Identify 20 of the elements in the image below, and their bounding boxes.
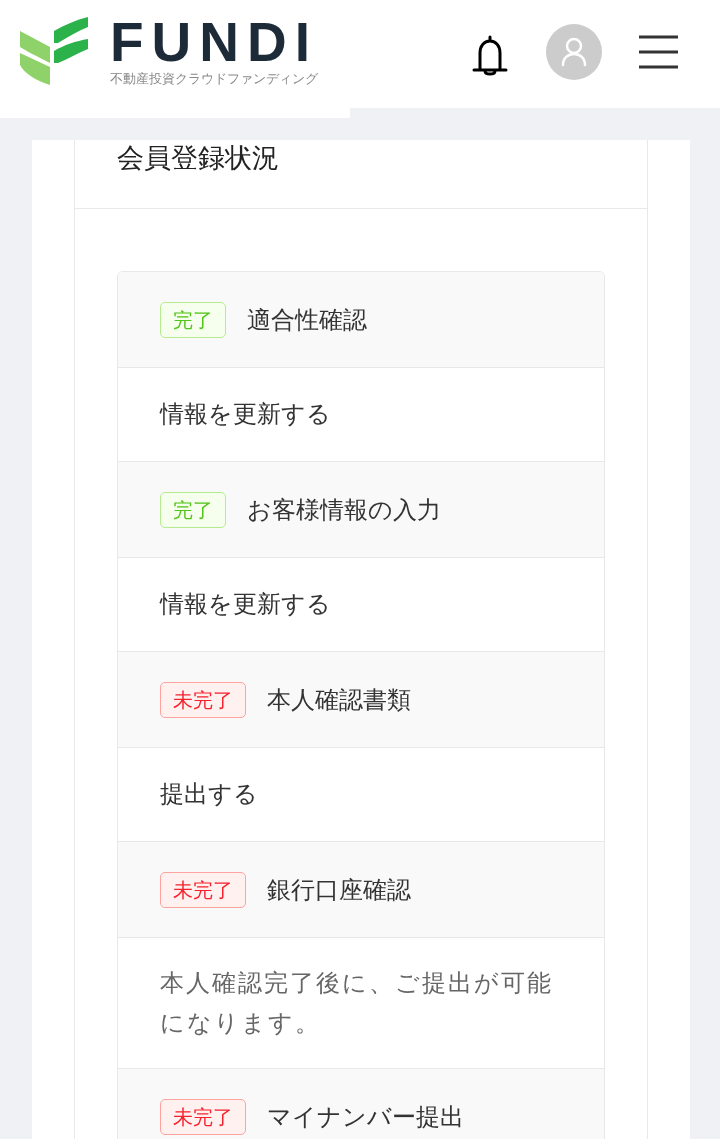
status-badge: 未完了 (160, 1098, 246, 1135)
status-badge: 未完了 (160, 871, 246, 908)
step-title: 適合性確認 (247, 304, 367, 336)
step-title: 銀行口座確認 (267, 874, 411, 906)
status-badge: 完了 (160, 491, 226, 528)
step-note: 本人確認完了後に、ご提出が可能になります。 (160, 968, 554, 1039)
leaf-logo-icon (20, 17, 88, 85)
logo-tagline: 不動産投資クラウドファンディング (110, 71, 318, 87)
status-badge: 完了 (160, 301, 226, 338)
step-action-link[interactable]: 情報を更新する (160, 393, 331, 436)
step-title: マイナンバー提出 (267, 1101, 464, 1133)
notification-bell-icon[interactable] (472, 34, 508, 78)
step-action-link[interactable]: 提出する (160, 773, 258, 816)
step-title: 本人確認書類 (267, 684, 411, 716)
logo-wordmark: FUNDI (110, 17, 319, 67)
step-title: お客様情報の入力 (247, 494, 441, 526)
status-badge: 未完了 (160, 681, 246, 718)
menu-icon[interactable] (639, 35, 678, 69)
section-title: 会員登録状況 (117, 141, 279, 175)
step-action-link[interactable]: 情報を更新する (160, 583, 331, 626)
